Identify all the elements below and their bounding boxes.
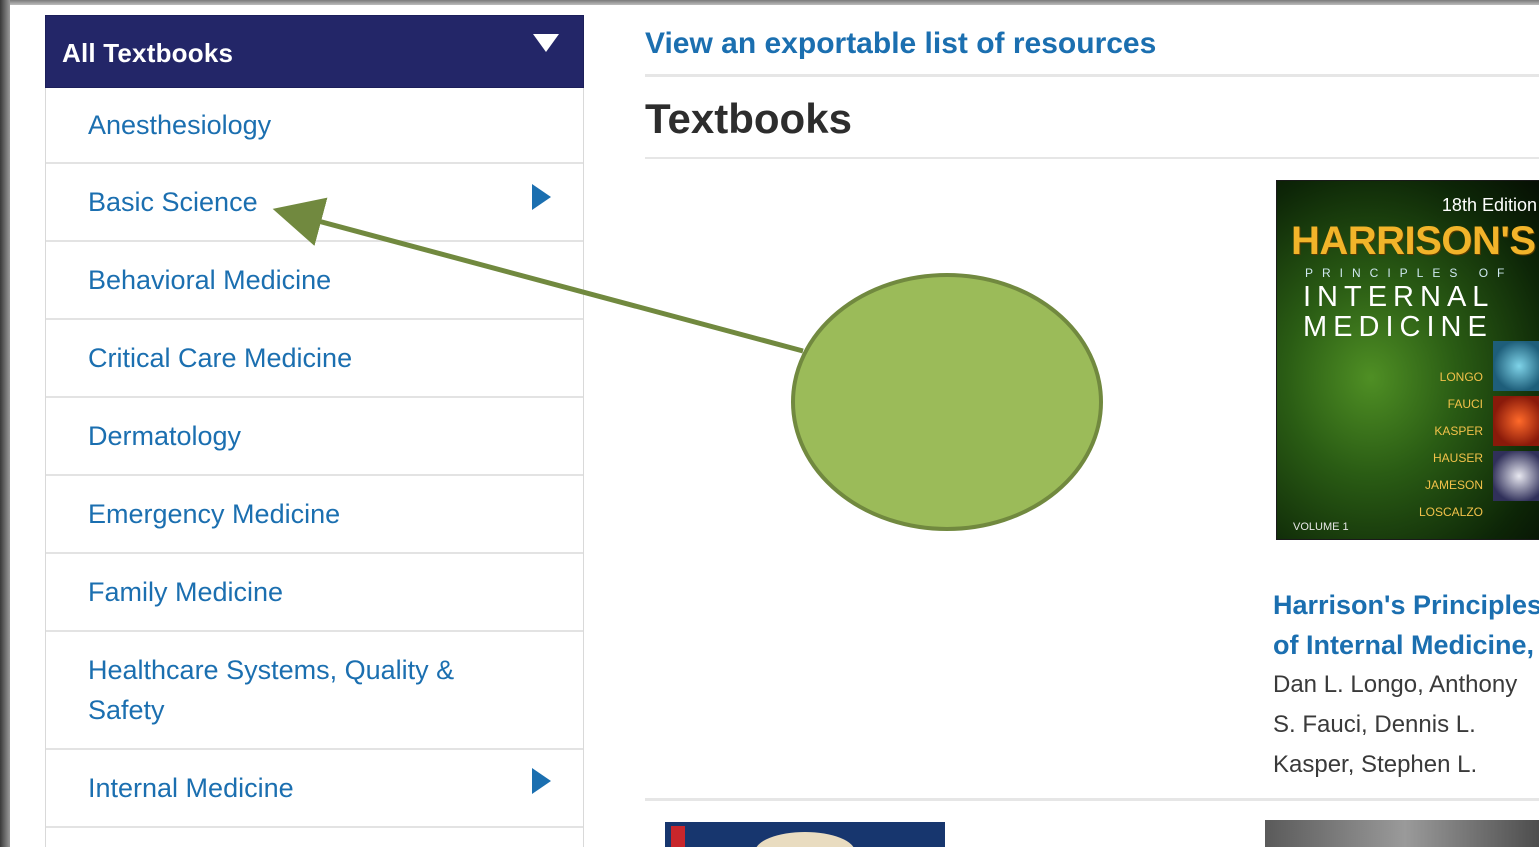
divider xyxy=(645,74,1539,77)
sidebar-item-healthcare-systems[interactable]: Healthcare Systems, Quality & Safety xyxy=(46,632,583,750)
book-authors: Dan L. Longo, Anthony S. Fauci, Dennis L… xyxy=(1273,671,1518,778)
cover-thumbnail xyxy=(1493,396,1539,446)
sidebar-item-critical-care-medicine[interactable]: Critical Care Medicine xyxy=(46,320,583,398)
sidebar-header[interactable]: All Textbooks xyxy=(45,15,584,88)
sidebar-item-label[interactable]: Anesthesiology xyxy=(46,88,583,145)
divider xyxy=(645,157,1539,159)
publisher-logo xyxy=(671,826,685,847)
cover-principles: PRINCIPLES OF xyxy=(1305,266,1514,280)
sidebar-item-label[interactable]: Family Medicine xyxy=(46,554,583,612)
brain-illustration xyxy=(755,832,855,847)
sidebar-item-label[interactable]: Healthcare Systems, Quality & Safety xyxy=(46,632,583,730)
sidebar-item-anesthesiology[interactable]: Anesthesiology xyxy=(46,88,583,164)
page-title: Textbooks xyxy=(645,95,852,142)
sidebar-item-emergency-medicine[interactable]: Emergency Medicine xyxy=(46,476,583,554)
cover-author: LONGO xyxy=(1439,370,1483,384)
sidebar-item-next[interactable] xyxy=(46,828,583,847)
sidebar-item-label[interactable]: Dermatology xyxy=(46,398,583,456)
book-title-link[interactable]: Harrison's Principles of Internal Medici… xyxy=(1273,585,1539,665)
cover-author: HAUSER xyxy=(1432,451,1483,465)
sidebar-item-internal-medicine[interactable]: Internal Medicine xyxy=(46,750,583,828)
chevron-right-icon[interactable] xyxy=(532,768,551,794)
book-cover-image[interactable] xyxy=(1265,820,1539,847)
sidebar-header-title: All Textbooks xyxy=(62,38,234,68)
cover-thumbnail xyxy=(1493,451,1539,501)
cover-author: JAMESON xyxy=(1424,478,1483,492)
cover-author: KASPER xyxy=(1434,424,1483,438)
book-cover-image[interactable]: 18th Edition HARRISON'S PRINCIPLES OF IN… xyxy=(1276,180,1539,540)
sidebar-item-basic-science[interactable]: Basic Science xyxy=(46,164,583,242)
sidebar-item-dermatology[interactable]: Dermatology xyxy=(46,398,583,476)
cover-author: FAUCI xyxy=(1447,397,1483,411)
sidebar-item-label[interactable]: Behavioral Medicine xyxy=(46,242,583,300)
cover-volume: VOLUME 1 xyxy=(1293,521,1349,533)
sidebar-item-label[interactable]: Internal Medicine xyxy=(46,750,583,808)
cover-authors: LONGO FAUCI KASPER HAUSER JAMESON LOSCAL… xyxy=(1419,364,1483,526)
export-resources-link[interactable]: View an exportable list of resources xyxy=(645,27,1156,61)
book-cover-image[interactable] xyxy=(665,822,945,847)
cover-author: LOSCALZO xyxy=(1418,505,1483,519)
cover-thumbnail xyxy=(1493,341,1539,391)
sidebar-item-label[interactable]: Emergency Medicine xyxy=(46,476,583,534)
sidebar-item-behavioral-medicine[interactable]: Behavioral Medicine xyxy=(46,242,583,320)
sidebar-item-family-medicine[interactable]: Family Medicine xyxy=(46,554,583,632)
sidebar-item-label[interactable]: Critical Care Medicine xyxy=(46,320,583,378)
page: All Textbooks Anesthesiology Basic Scien… xyxy=(10,5,1539,847)
slide-frame-left xyxy=(0,0,10,847)
sidebar-item-label[interactable]: Basic Science xyxy=(46,164,583,222)
textbook-sidebar: All Textbooks Anesthesiology Basic Scien… xyxy=(45,15,584,847)
cover-medicine: MEDICINE xyxy=(1303,311,1493,343)
chevron-down-icon[interactable] xyxy=(533,34,559,52)
chevron-right-icon[interactable] xyxy=(532,184,551,210)
divider xyxy=(645,798,1539,801)
sidebar-list: Anesthesiology Basic Science Behavioral … xyxy=(45,88,584,847)
cover-edition: 18th Edition xyxy=(1441,195,1537,215)
cover-internal: INTERNAL xyxy=(1303,281,1495,313)
cover-brand: HARRISON'S xyxy=(1291,219,1536,263)
